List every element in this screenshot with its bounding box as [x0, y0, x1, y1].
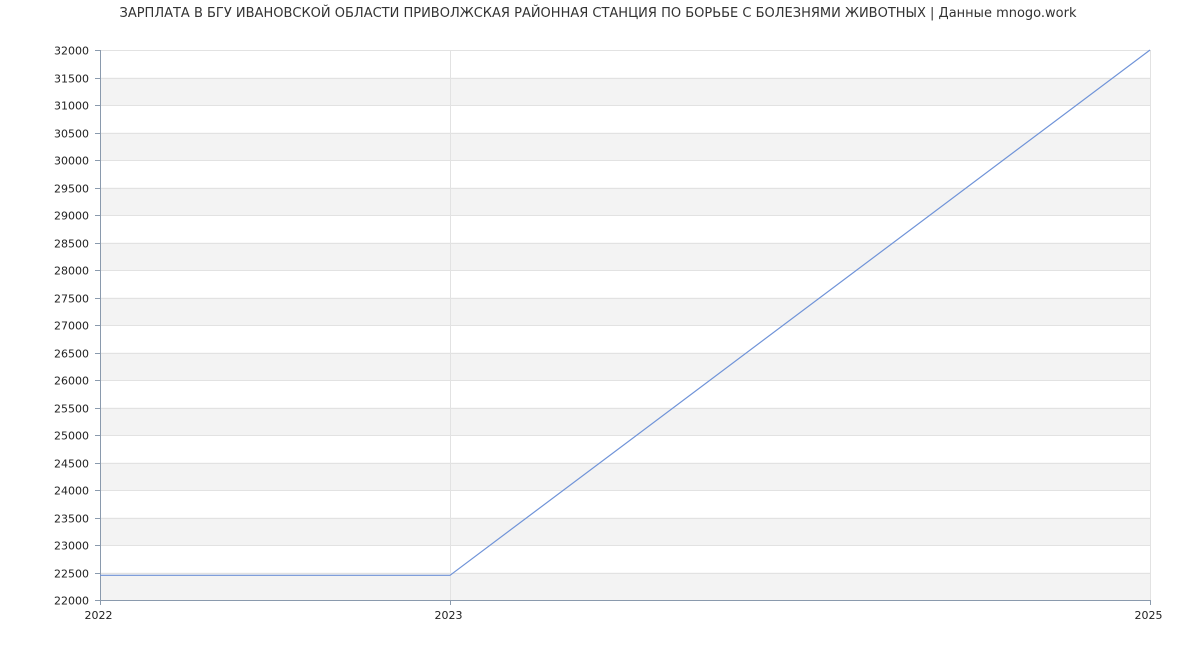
y-tick-label: 24000 — [54, 485, 89, 498]
x-tick-label: 2023 — [435, 609, 463, 622]
grid-band — [100, 77, 1150, 105]
y-tick-label: 27500 — [54, 293, 89, 306]
y-tick-label: 23500 — [54, 513, 89, 526]
y-tick-label: 25000 — [54, 430, 89, 443]
grid-band — [100, 132, 1150, 160]
y-tick-label: 31000 — [54, 100, 89, 113]
y-tick-label: 22000 — [54, 595, 89, 608]
y-tick-label: 30000 — [54, 155, 89, 168]
y-tick-label: 26000 — [54, 375, 89, 388]
x-tick-labels: 2022 2023 2025 — [85, 609, 1163, 622]
line-chart: 22000 22500 23000 23500 24000 24500 25000 25500… — [54, 45, 1163, 623]
grid-band — [100, 160, 1150, 188]
grid-band — [100, 270, 1150, 298]
x-tick-label: 2025 — [1135, 609, 1163, 622]
grid-band — [100, 215, 1150, 243]
x-tick-label: 2022 — [85, 609, 113, 622]
grid-band — [100, 242, 1150, 270]
grid-band — [100, 435, 1150, 463]
y-tick-label: 24500 — [54, 458, 89, 471]
y-tick-label: 29500 — [54, 183, 89, 196]
y-tick-label: 27000 — [54, 320, 89, 333]
grid-band — [100, 187, 1150, 215]
y-tick-label: 22500 — [54, 568, 89, 581]
y-tick-labels: 22000 22500 23000 23500 24000 24500 25000 25500… — [54, 45, 89, 608]
y-tick-label: 25500 — [54, 403, 89, 416]
y-tick-label: 28000 — [54, 265, 89, 278]
horizontal-gridlines — [100, 50, 1150, 601]
grid-band — [100, 517, 1150, 545]
grid-band — [100, 297, 1150, 325]
y-tick-label: 29000 — [54, 210, 89, 223]
grid-band — [100, 380, 1150, 408]
y-tick-label: 26500 — [54, 348, 89, 361]
grid-band — [100, 352, 1150, 380]
y-tick-label: 23000 — [54, 540, 89, 553]
grid-band — [100, 105, 1150, 133]
grid-band — [100, 50, 1150, 78]
grid-band — [100, 407, 1150, 435]
y-tick-label: 32000 — [54, 45, 89, 58]
grid-band — [100, 490, 1150, 518]
grid-band — [100, 572, 1150, 600]
grid-band — [100, 545, 1150, 573]
y-tick-label: 30500 — [54, 128, 89, 141]
grid-band — [100, 462, 1150, 490]
y-tick-label: 28500 — [54, 238, 89, 251]
grid-band — [100, 325, 1150, 353]
y-tick-label: 31500 — [54, 73, 89, 86]
